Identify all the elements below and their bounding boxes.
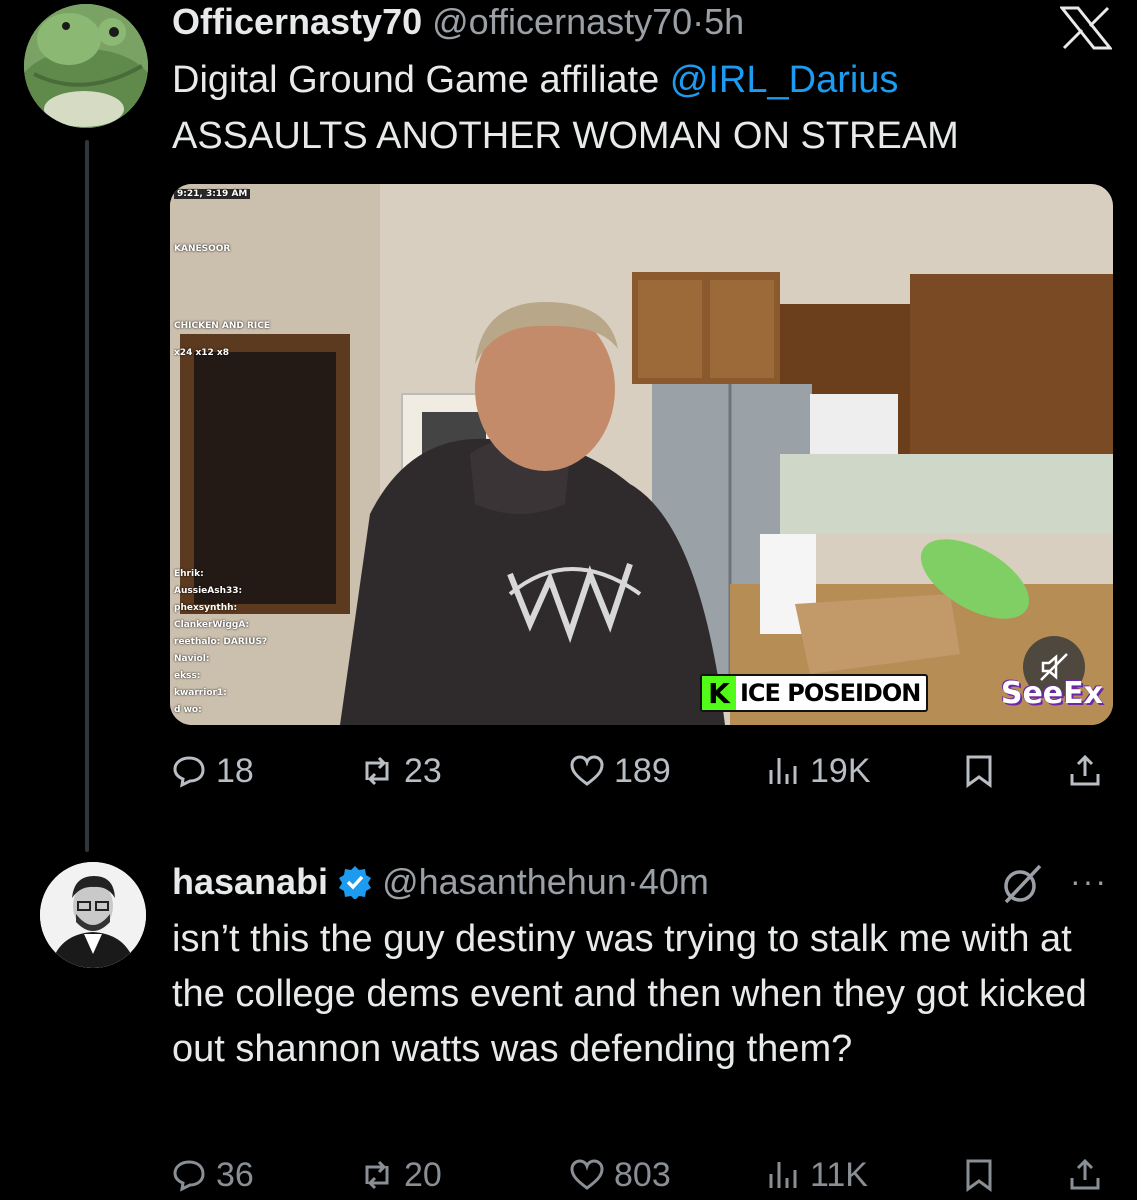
chat-line: ekss: [174, 671, 201, 681]
views-icon [769, 1162, 797, 1188]
repost-count: 20 [404, 1155, 442, 1194]
like-button[interactable]: 189 [570, 746, 671, 796]
chat-line: AussieAsh33: [174, 586, 243, 596]
x-logo-icon[interactable] [1060, 6, 1112, 50]
tweet2-text: isn’t this the guy destiny was trying to… [172, 918, 1087, 1070]
tweet1-text-part2: ASSAULTS ANOTHER WOMAN ON STREAM [172, 115, 959, 157]
tweet1-separator: · [692, 1, 705, 42]
video-watermark: SeeEx [1000, 676, 1103, 711]
share-icon [1070, 754, 1100, 786]
verified-badge-icon [339, 866, 372, 900]
tweet2-display-name[interactable]: hasanabi [172, 861, 328, 902]
views-count: 11K [810, 1155, 868, 1194]
avatar-officernasty70[interactable] [24, 4, 148, 128]
reply-icon [173, 1160, 205, 1192]
chat-top-line: x24 x12 x8 [174, 348, 229, 358]
chat-line: Ehrik: [174, 569, 204, 579]
tweet1-display-name[interactable]: Officernasty70 [172, 1, 422, 42]
repost-button[interactable]: 20 [360, 1150, 442, 1200]
chat-line: phexsynthh: [174, 603, 238, 613]
chat-line: kwarrior1: [174, 688, 227, 698]
channel-name: ICE POSEIDON [740, 679, 921, 707]
tweet1-header: Officernasty70 @officernasty70·5h [172, 0, 744, 44]
tweet2-header: hasanabi @hasanthehun·40m [172, 860, 709, 904]
tweet2-separator: · [626, 861, 639, 902]
tweet1-action-bar: 18 23 189 19K [172, 746, 1112, 796]
reply-button[interactable]: 18 [172, 746, 254, 796]
share-button[interactable] [1068, 746, 1102, 796]
tweet2-timestamp[interactable]: 40m [639, 861, 709, 902]
tweet2-action-bar: 36 20 803 11K [172, 1150, 1112, 1200]
repost-button[interactable]: 23 [360, 746, 442, 796]
tweet1-text-part1: Digital Ground Game affiliate [172, 59, 670, 101]
tweet1-video[interactable]: 9:21, 3:19 AM KANESOOR CHICKEN AND RICE … [170, 184, 1113, 725]
repost-icon [365, 1160, 389, 1190]
avatar-hasanabi[interactable] [40, 862, 146, 968]
repost-count: 23 [404, 751, 442, 790]
tweet1-timestamp[interactable]: 5h [704, 1, 744, 42]
like-button[interactable]: 803 [570, 1150, 671, 1200]
views-button[interactable]: 11K [766, 1150, 868, 1200]
share-icon [1070, 1158, 1100, 1190]
chat-line: Naviol: [174, 654, 210, 664]
chat-line: reethalo: DARIUS? [174, 637, 268, 647]
chat-timestamp: 9:21, 3:19 AM [174, 189, 251, 199]
kick-logo-icon: K [702, 676, 736, 710]
thread-line [85, 140, 89, 852]
reply-icon [173, 756, 205, 788]
kick-channel-badge: K ICE POSEIDON [700, 674, 929, 712]
chat-line: ClankerWiggA: [174, 620, 250, 630]
reply-count: 18 [216, 751, 254, 790]
stream-chat-overlay: 9:21, 3:19 AM KANESOOR CHICKEN AND RICE … [174, 184, 404, 715]
bookmark-button[interactable] [962, 746, 996, 796]
views-button[interactable]: 19K [766, 746, 871, 796]
chat-line: d wo: [174, 705, 202, 715]
grok-icon[interactable] [1000, 862, 1044, 906]
heart-icon [570, 1159, 604, 1190]
chat-top-line: KANESOOR [174, 244, 231, 254]
reply-count: 36 [216, 1155, 254, 1194]
tweet2-handle[interactable]: @hasanthehun [382, 861, 627, 902]
bookmark-icon [966, 1159, 992, 1192]
like-count: 803 [614, 1155, 671, 1194]
heart-icon [570, 755, 604, 786]
share-button[interactable] [1068, 1150, 1102, 1200]
repost-icon [365, 756, 389, 786]
reply-button[interactable]: 36 [172, 1150, 254, 1200]
like-count: 189 [614, 751, 671, 790]
bookmark-button[interactable] [962, 1150, 996, 1200]
views-count: 19K [810, 751, 871, 790]
tweet1-text: Digital Ground Game affiliate @IRL_Dariu… [172, 52, 1092, 164]
more-options-icon[interactable]: ··· [1070, 865, 1108, 897]
tweet1-mention-link[interactable]: @IRL_Darius [670, 59, 899, 101]
views-icon [769, 758, 797, 784]
chat-top-line: CHICKEN AND RICE [174, 321, 271, 331]
bookmark-icon [966, 755, 992, 788]
tweet1-handle[interactable]: @officernasty70 [432, 1, 692, 42]
